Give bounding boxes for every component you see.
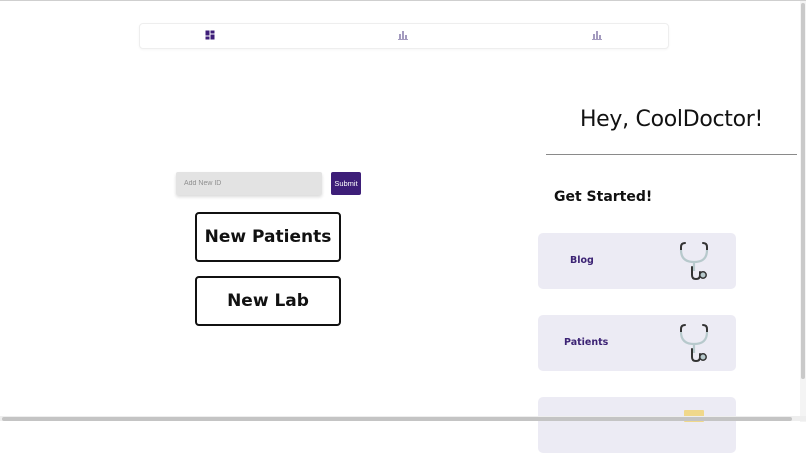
- bar-chart-icon: [398, 31, 408, 40]
- stethoscope-icon: [679, 324, 709, 363]
- patients-card[interactable]: Patients: [538, 315, 736, 371]
- blog-card[interactable]: Blog: [538, 233, 736, 289]
- card-label: Patients: [564, 337, 609, 348]
- third-card[interactable]: [538, 397, 736, 453]
- get-started-heading: Get Started!: [554, 189, 653, 205]
- new-lab-button[interactable]: New Lab: [195, 276, 341, 326]
- new-id-input[interactable]: [176, 172, 322, 195]
- card-label: Blog: [570, 255, 594, 266]
- top-nav: [139, 23, 669, 49]
- nav-chart-button-2[interactable]: [592, 30, 602, 40]
- stethoscope-icon: [679, 242, 709, 281]
- nav-chart-button[interactable]: [398, 30, 408, 40]
- bar-chart-icon: [592, 31, 602, 40]
- greeting-heading: Hey, CoolDoctor!: [579, 107, 764, 132]
- vertical-scrollbar[interactable]: [800, 1, 806, 422]
- nav-dashboard-button[interactable]: [205, 30, 215, 40]
- submit-button[interactable]: Submit: [331, 172, 361, 195]
- new-patients-button[interactable]: New Patients: [195, 212, 341, 262]
- horizontal-scroll-thumb[interactable]: [2, 417, 792, 421]
- vertical-scroll-thumb[interactable]: [801, 3, 805, 379]
- horizontal-scrollbar[interactable]: [0, 416, 806, 421]
- divider: [546, 154, 797, 155]
- dashboard-icon: [205, 30, 215, 40]
